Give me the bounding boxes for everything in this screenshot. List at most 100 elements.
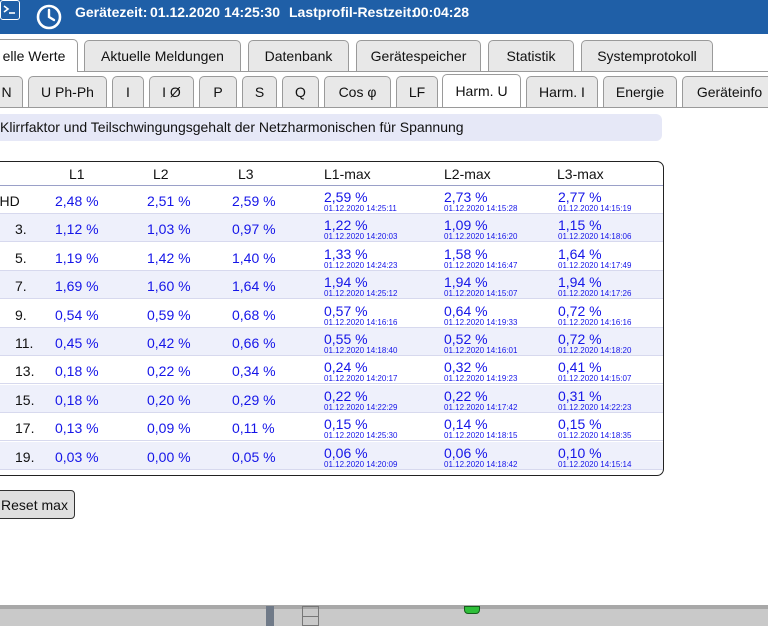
tab-geraetespeicher[interactable]: Gerätespeicher [356, 40, 481, 71]
tab-statistik[interactable]: Statistik [488, 40, 574, 71]
value-l2: 1,60 % [147, 278, 191, 295]
l2-max-value: 0,14 % [444, 416, 488, 433]
l3-max-timestamp: 01.12.2020 14:18:06 [558, 232, 632, 242]
tab-energie[interactable]: Energie [603, 76, 677, 107]
table-row: 11. 0,45 % 0,42 % 0,66 % 0,55 % 01.12.2020 14… [0, 328, 663, 356]
l1-max-value: 1,33 % [324, 245, 368, 262]
table-row: 5. 1,19 % 1,42 % 1,40 % 1,33 % 01.12.2020 14:… [0, 243, 663, 271]
l2-max-value: 1,94 % [444, 274, 488, 291]
tab-u-ph-ph[interactable]: U Ph-Ph [28, 76, 107, 107]
value-l3: 0,97 % [232, 221, 276, 238]
l1-max-timestamp: 01.12.2020 14:25:12 [324, 289, 398, 299]
l2-max-timestamp: 01.12.2020 14:16:47 [444, 260, 518, 270]
value-l1: 1,69 % [55, 278, 99, 295]
l2-max-value: 0,06 % [444, 444, 488, 461]
tab-cos-phi[interactable]: Cos φ [324, 76, 391, 107]
tab-harm-i[interactable]: Harm. I [526, 76, 598, 107]
device-time: 01.12.2020 14:25:30 [150, 4, 280, 20]
table-row: 13. 0,18 % 0,22 % 0,34 % 0,24 % 01.12.2020 14… [0, 356, 663, 385]
value-l1: 0,54 % [55, 306, 99, 323]
l2-max-timestamp: 01.12.2020 14:19:33 [444, 317, 518, 327]
l3-max-timestamp: 01.12.2020 14:22:23 [558, 402, 632, 412]
l3-max-value: 0,15 % [558, 416, 602, 433]
l1-max-timestamp: 01.12.2020 14:20:03 [324, 232, 398, 242]
sub-tab-baseline [0, 107, 768, 108]
l2-max-value: 1,09 % [444, 217, 488, 234]
value-l3: 2,59 % [232, 193, 276, 209]
row-label: THD [0, 193, 20, 209]
tab-datenbank[interactable]: Datenbank [248, 40, 349, 71]
l1-max-value: 0,55 % [324, 331, 368, 347]
l1-max-timestamp: 01.12.2020 14:24:23 [324, 260, 398, 270]
l3-max-value: 1,64 % [558, 245, 602, 262]
tab-q[interactable]: Q [282, 76, 319, 107]
tab-p[interactable]: P [199, 76, 237, 107]
l3-max-timestamp: 01.12.2020 14:17:26 [558, 289, 632, 299]
row-label: 5. [15, 249, 27, 266]
l2-max-timestamp: 01.12.2020 14:18:15 [444, 431, 518, 441]
row-label: 15. [15, 391, 35, 408]
tab-aktuelle-meldungen[interactable]: Aktuelle Meldungen [84, 40, 241, 71]
l1-max-value: 1,22 % [324, 217, 368, 234]
l1-max-timestamp: 01.12.2020 14:20:09 [324, 459, 398, 469]
tab-aktuelle-werte[interactable]: elle Werte [0, 39, 78, 72]
profile-time: 00:04:28 [413, 4, 470, 20]
value-l2: 0,22 % [147, 363, 191, 380]
l2-max-value: 2,73 % [444, 189, 488, 205]
value-l2: 1,03 % [147, 221, 191, 238]
row-label: 3. [15, 221, 27, 238]
table-row: THD2,48 %2,51 %2,59 %2,59 %01.12.2020 14… [0, 186, 663, 214]
l2-max-timestamp: 01.12.2020 14:15:07 [444, 289, 518, 299]
value-l2: 0,20 % [147, 391, 191, 408]
bottom-shadow [0, 605, 768, 609]
l3-max-timestamp: 01.12.2020 14:18:35 [558, 431, 632, 441]
l3-max-timestamp: 01.12.2020 14:15:19 [558, 204, 632, 213]
value-l3: 0,68 % [232, 306, 276, 323]
l3-max-value: 0,41 % [558, 359, 602, 376]
value-l3: 1,40 % [232, 249, 276, 266]
tab-geraeteinfo[interactable]: Geräteinfo [682, 76, 768, 107]
l3-max-value: 2,77 % [558, 189, 602, 205]
terminal-icon[interactable] [0, 0, 20, 20]
l1-max-value: 0,22 % [324, 387, 368, 404]
table-row: 19. 0,03 % 0,00 % 0,05 % 0,06 % 01.12.2020 14… [0, 441, 663, 470]
header-bar: Gerätezeit: 01.12.2020 14:25:30 Lastprof… [0, 0, 768, 34]
l2-max-timestamp: 01.12.2020 14:16:20 [444, 232, 518, 242]
value-l1: 2,48 % [55, 193, 99, 209]
row-label: 11. [15, 335, 34, 351]
l2-max-value: 0,22 % [444, 387, 488, 404]
column-header-l3: L3 [238, 166, 254, 182]
tab-systemprotokoll[interactable]: Systemprotokoll [581, 40, 713, 71]
column-header-l2-max: L2-max [444, 166, 491, 182]
l2-max-timestamp: 01.12.2020 14:18:42 [444, 459, 518, 469]
status-led-icon [464, 606, 480, 614]
tab-s[interactable]: S [242, 76, 277, 107]
row-label: 9. [15, 306, 27, 323]
reset-max-button[interactable]: Reset max [0, 490, 75, 519]
table-row: 17. 0,13 % 0,09 % 0,11 % 0,15 % 01.12.2020 14… [0, 413, 663, 442]
l3-max-value: 1,15 % [558, 217, 602, 234]
column-header-l1: L1 [69, 166, 85, 182]
tab-i[interactable]: I [112, 76, 144, 107]
value-l3: 1,64 % [232, 278, 276, 295]
table-row: 3. 1,12 % 1,03 % 0,97 % 1,22 % 01.12.2020 14:… [0, 214, 663, 243]
row-divider [0, 468, 663, 470]
l3-max-value: 1,94 % [558, 274, 602, 291]
l2-max-timestamp: 01.12.2020 14:17:42 [444, 402, 518, 412]
l1-max-value: 0,06 % [324, 444, 368, 461]
value-l2: 2,51 % [147, 193, 191, 209]
value-l1: 0,18 % [55, 391, 99, 408]
l3-max-value: 0,31 % [558, 387, 602, 404]
l3-max-value: 0,72 % [558, 331, 602, 347]
tab-i-avg[interactable]: I Ø [149, 76, 194, 107]
l1-max-timestamp: 01.12.2020 14:25:11 [324, 204, 397, 213]
tab-lf[interactable]: LF [396, 76, 438, 107]
bottom-frame-divider [302, 616, 319, 617]
tab-harm-u[interactable]: Harm. U [442, 74, 521, 107]
l1-max-timestamp: 01.12.2020 14:25:30 [324, 431, 398, 441]
column-header-l1-max: L1-max [324, 166, 371, 182]
value-l3: 0,66 % [232, 335, 276, 351]
value-l2: 0,42 % [147, 335, 191, 351]
value-l1: 0,18 % [55, 363, 99, 380]
tab-n[interactable]: N [0, 76, 23, 107]
